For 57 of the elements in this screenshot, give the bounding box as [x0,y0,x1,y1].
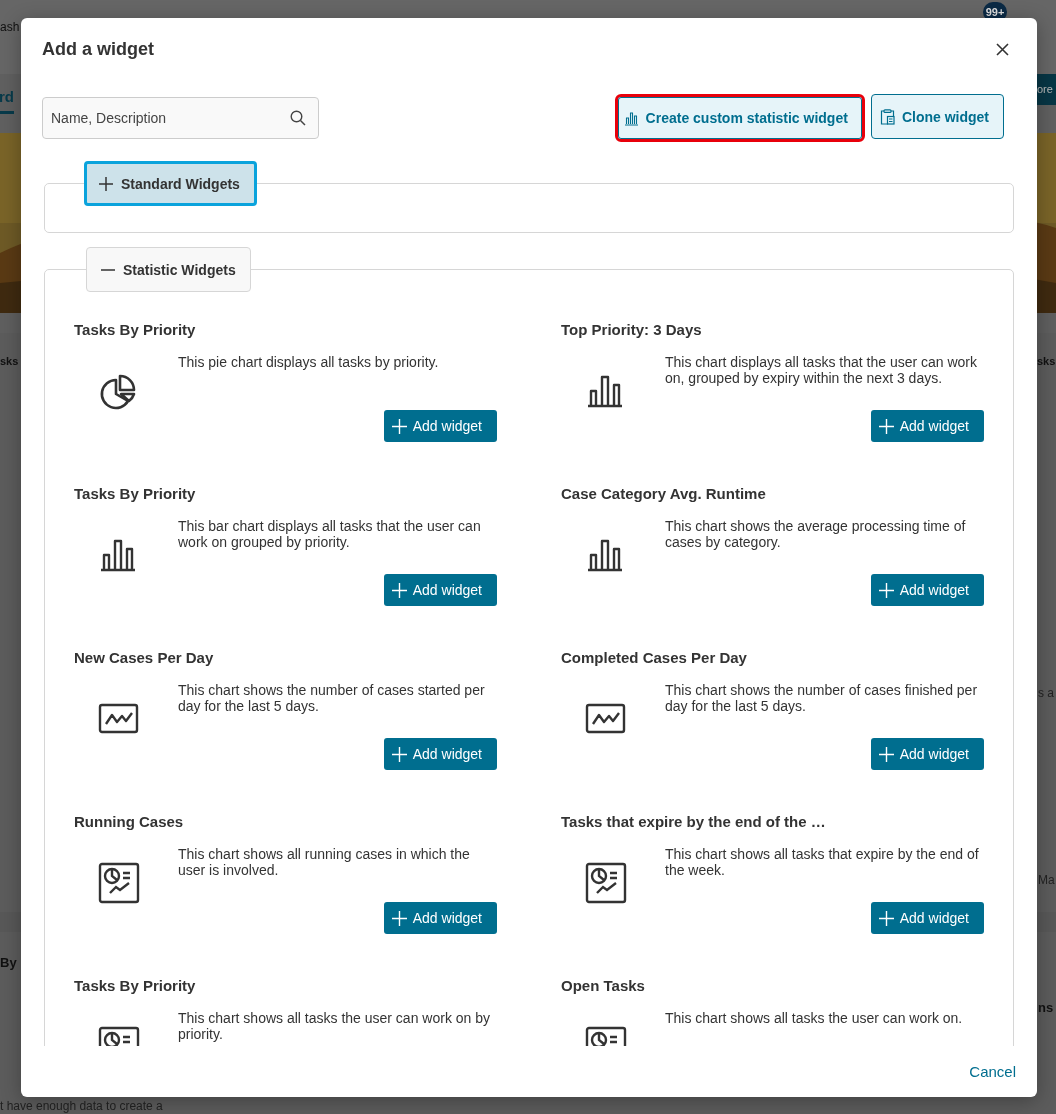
plus-icon [391,582,407,598]
widget-title: New Cases Per Day [74,648,215,668]
bar-chart-icon [623,110,639,126]
widget-title: Top Priority: 3 Days [561,320,703,340]
clone-widget-button[interactable]: Clone widget [870,94,1004,139]
section-title: sks [1037,355,1056,367]
create-widget-button[interactable]: Create custom statistic widget [614,94,865,142]
plus-icon [878,910,894,926]
column-header: ns [1038,1000,1054,1015]
widget-description: This chart shows all running cases in which the user is involved. [178,846,471,880]
add-widget-button[interactable]: Add widget [383,738,497,770]
search-field[interactable]: Name, Description [42,97,319,139]
add-widget-button[interactable]: Add widget [383,574,497,606]
add-widget-button[interactable]: Add widget [383,902,497,934]
cancel-link[interactable]: Cancel [969,1063,1016,1080]
section-title: By [0,955,17,970]
widget-description: This chart shows the number of cases finished per day for the last 5 days. [665,682,979,716]
add-widget-button[interactable]: Add widget [870,738,984,770]
widget-title: Completed Cases Per Day [561,648,748,668]
group-toggle[interactable]: Standard Widgets [84,161,257,206]
widget-title: Tasks that expire by the end of the … [561,812,827,832]
plus-icon [391,746,407,762]
close-icon [996,42,1009,56]
add-widget-button[interactable]: Add widget [870,410,984,442]
widget-description: This chart shows all tasks the user can work on by priority. [178,1010,492,1044]
widget-title: Open Tasks [561,976,646,996]
plus-icon [878,746,894,762]
widget-description: This bar chart displays all tasks that the user can work on grouped by priority. [178,518,482,552]
plus-icon [878,582,894,598]
page-text: Ma [1038,873,1055,887]
dialog-title: Add a widget [42,38,154,60]
widget-title: Tasks By Priority [74,484,197,504]
widget-title: Tasks By Priority [74,976,197,996]
plus-icon [391,910,407,926]
report-icon [98,862,140,904]
widget-description: This chart shows all tasks the user can work on. [665,1010,964,1028]
plus-icon [99,176,113,191]
widget-description: This pie chart displays all tasks by priority. [178,354,440,372]
clipboard-icon [879,108,895,125]
widget-description: This chart displays all tasks that the user can work on, grouped by expiry within the next 3 days. [665,354,979,388]
minus-icon [101,268,115,271]
add-widget-button[interactable]: Add widget [383,410,497,442]
plus-icon [878,418,894,434]
search-icon [290,110,306,126]
widget-title: Tasks By Priority [74,320,197,340]
widget-description: This chart shows all tasks that expire by the end of the week. [665,846,980,880]
widget-title: Case Category Avg. Runtime [561,484,767,504]
add-widget-button[interactable]: Add widget [870,574,984,606]
widget-title: Running Cases [74,812,185,832]
add-widget-button[interactable]: Add widget [870,902,984,934]
widget-description: This chart shows the number of cases started per day for the last 5 days. [178,682,486,716]
widget-description: This chart shows the average processing time of cases by category. [665,518,967,552]
page-text: ash [0,20,20,34]
section-title: sks [0,355,19,367]
group-toggle[interactable]: Statistic Widgets [86,247,251,292]
report-icon [585,862,627,904]
plus-icon [391,418,407,434]
